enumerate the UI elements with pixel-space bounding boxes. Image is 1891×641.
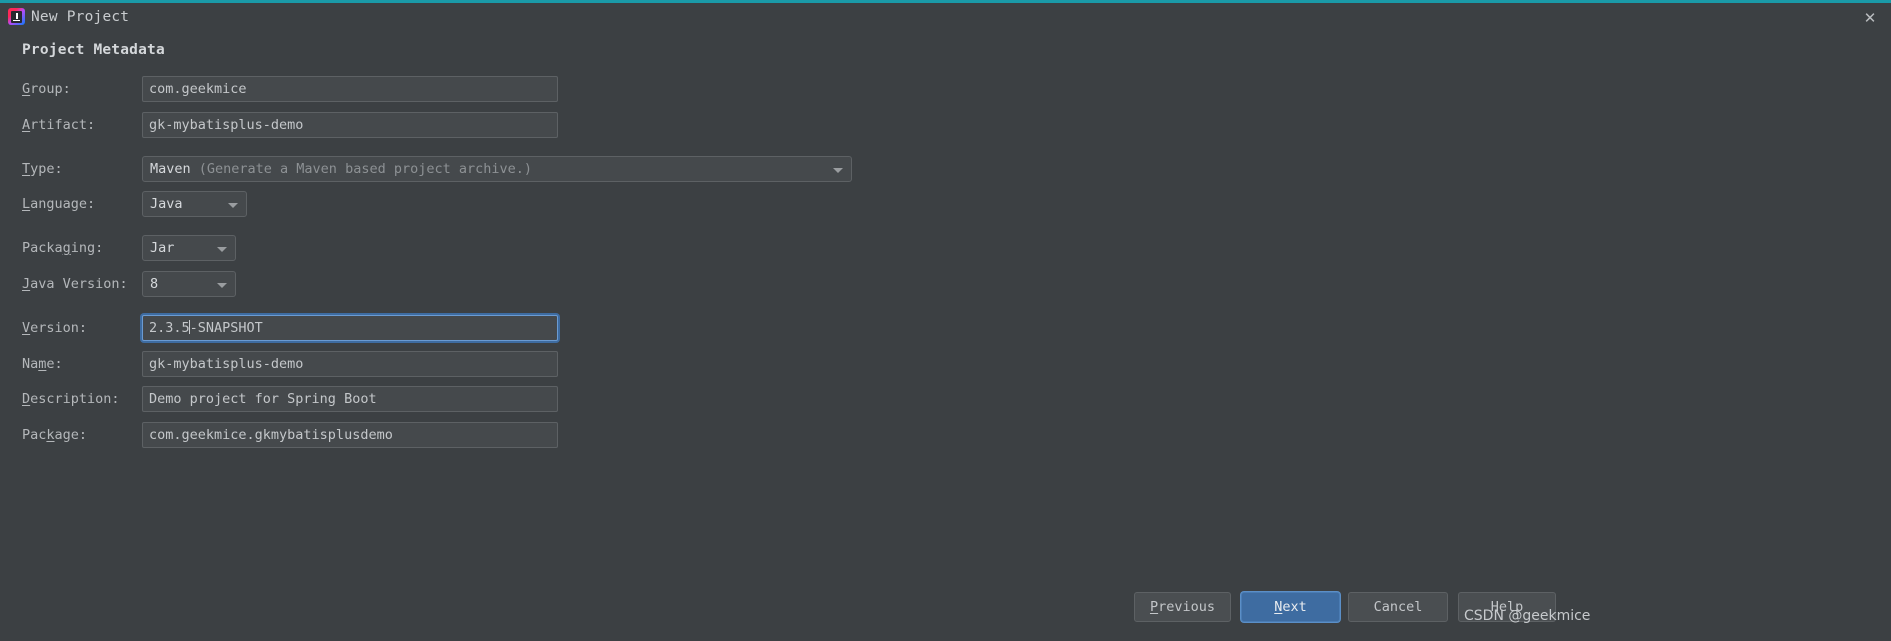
language-label: Language: <box>22 196 96 212</box>
title-bar: New Project ✕ <box>0 3 1891 31</box>
version-label: Version: <box>22 320 88 336</box>
intellij-idea-logo-icon <box>8 8 25 25</box>
description-input[interactable]: Demo project for Spring Boot <box>142 386 558 412</box>
dialog-button-bar: Previous Next Cancel Help <box>0 592 1891 624</box>
artifact-input[interactable]: gk-mybatisplus-demo <box>142 112 558 138</box>
page-title: Project Metadata <box>22 42 165 58</box>
java-version-label: Java Version: <box>22 276 128 292</box>
type-description: (Generate a Maven based project archive.… <box>190 161 533 177</box>
cancel-button[interactable]: Cancel <box>1348 592 1448 622</box>
packaging-selected-value: Jar <box>150 240 175 256</box>
watermark: CSDN @geekmice <box>1464 608 1591 624</box>
chevron-down-icon <box>217 283 227 288</box>
packaging-dropdown[interactable]: Jar <box>142 235 236 261</box>
chevron-down-icon <box>217 247 227 252</box>
close-icon[interactable]: ✕ <box>1859 7 1881 29</box>
group-label: Group: <box>22 81 71 97</box>
previous-button[interactable]: Previous <box>1134 592 1231 622</box>
package-label: Package: <box>22 427 88 443</box>
version-input[interactable]: 2.3.5-SNAPSHOT <box>142 315 558 341</box>
java-version-selected-value: 8 <box>150 276 159 292</box>
name-label: Name: <box>22 356 63 372</box>
window-title: New Project <box>31 9 130 25</box>
text-caret <box>189 320 191 334</box>
artifact-label: Artifact: <box>22 117 96 133</box>
chevron-down-icon <box>228 203 238 208</box>
java-version-dropdown[interactable]: 8 <box>142 271 236 297</box>
name-input[interactable]: gk-mybatisplus-demo <box>142 351 558 377</box>
type-label: Type: <box>22 161 63 177</box>
next-button[interactable]: Next <box>1241 592 1340 622</box>
packaging-label: Packaging: <box>22 240 104 256</box>
language-dropdown[interactable]: Java <box>142 191 247 217</box>
group-input[interactable]: com.geekmice <box>142 76 558 102</box>
chevron-down-icon <box>833 168 843 173</box>
description-label: Description: <box>22 391 120 407</box>
language-selected-value: Java <box>150 196 183 212</box>
type-selected-value: Maven <box>150 161 191 177</box>
type-dropdown[interactable]: Maven (Generate a Maven based project ar… <box>142 156 852 182</box>
package-input[interactable]: com.geekmice.gkmybatisplusdemo <box>142 422 558 448</box>
